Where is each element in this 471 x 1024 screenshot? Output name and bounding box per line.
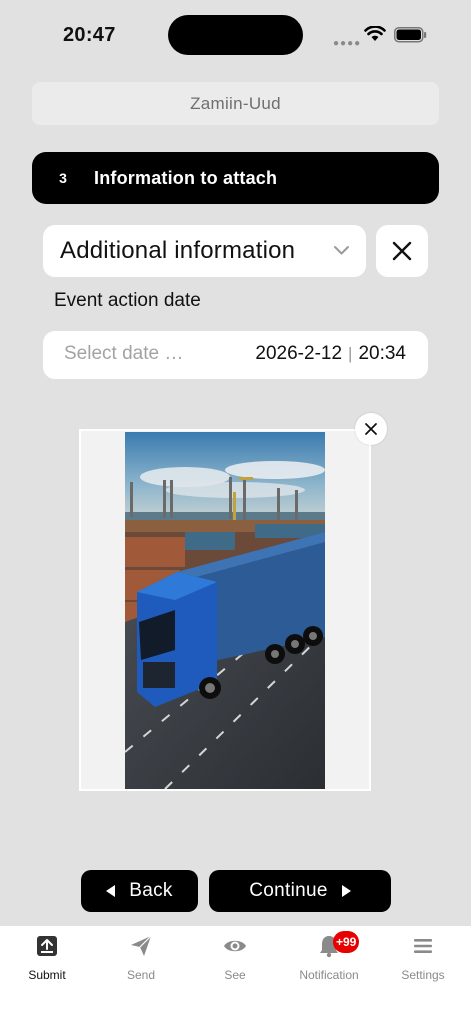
close-icon <box>392 241 412 261</box>
tab-label: Notification <box>299 968 359 982</box>
status-bar: 20:47 ●●●● <box>0 0 471 70</box>
tab-label: See <box>224 968 246 982</box>
tab-notification[interactable]: +99 Notification <box>282 931 376 986</box>
close-icon <box>365 423 377 435</box>
date-time-separator: | <box>348 344 353 363</box>
notification-badge: +99 <box>333 931 360 953</box>
attachment-type-value: Additional information <box>60 237 296 264</box>
tab-label: Submit <box>28 968 66 982</box>
upload-icon <box>37 936 57 956</box>
tab-settings[interactable]: Settings <box>376 934 470 986</box>
tab-submit[interactable]: Submit <box>0 934 94 986</box>
date-placeholder: Select date … <box>64 343 184 364</box>
remove-image-button[interactable] <box>355 413 387 445</box>
tab-label: Settings <box>401 968 445 982</box>
step-number: 3 <box>59 170 67 186</box>
arrow-left-icon <box>106 885 116 897</box>
step-title: Information to attach <box>94 167 278 188</box>
send-icon <box>131 935 152 956</box>
arrow-right-icon <box>341 885 351 897</box>
menu-icon <box>414 939 432 953</box>
attached-image[interactable] <box>125 432 325 789</box>
attached-image-card <box>79 429 371 791</box>
back-button[interactable]: Back <box>81 870 198 912</box>
page-title: Zamiin-Uud <box>32 82 439 125</box>
tab-see[interactable]: See <box>188 934 282 986</box>
remove-attachment-type-button[interactable] <box>376 225 428 277</box>
wifi-icon <box>364 26 386 41</box>
attachment-type-select[interactable]: Additional information <box>43 225 366 277</box>
date-time-value: 2026-2-12 | 20:34 <box>255 343 406 365</box>
chevron-down-icon <box>334 246 349 255</box>
step-header: 3 Information to attach <box>32 152 439 204</box>
dynamic-island <box>168 15 303 55</box>
event-date-label: Event action date <box>54 290 201 311</box>
time-value: 20:34 <box>358 343 406 364</box>
back-button-label: Back <box>129 880 173 901</box>
bottom-tab-bar: Submit Send See +99 Notification Setting… <box>0 926 471 1024</box>
battery-icon <box>394 27 427 43</box>
event-date-field[interactable]: Select date … 2026-2-12 | 20:34 <box>43 331 428 379</box>
eye-icon <box>224 940 246 952</box>
continue-button[interactable]: Continue <box>209 870 391 912</box>
tab-label: Send <box>126 968 156 982</box>
signal-dots-icon: ●●●● <box>333 38 362 49</box>
status-time: 20:47 <box>63 24 116 46</box>
continue-button-label: Continue <box>249 880 328 901</box>
date-value: 2026-2-12 <box>255 343 343 364</box>
tab-send[interactable]: Send <box>94 934 188 986</box>
